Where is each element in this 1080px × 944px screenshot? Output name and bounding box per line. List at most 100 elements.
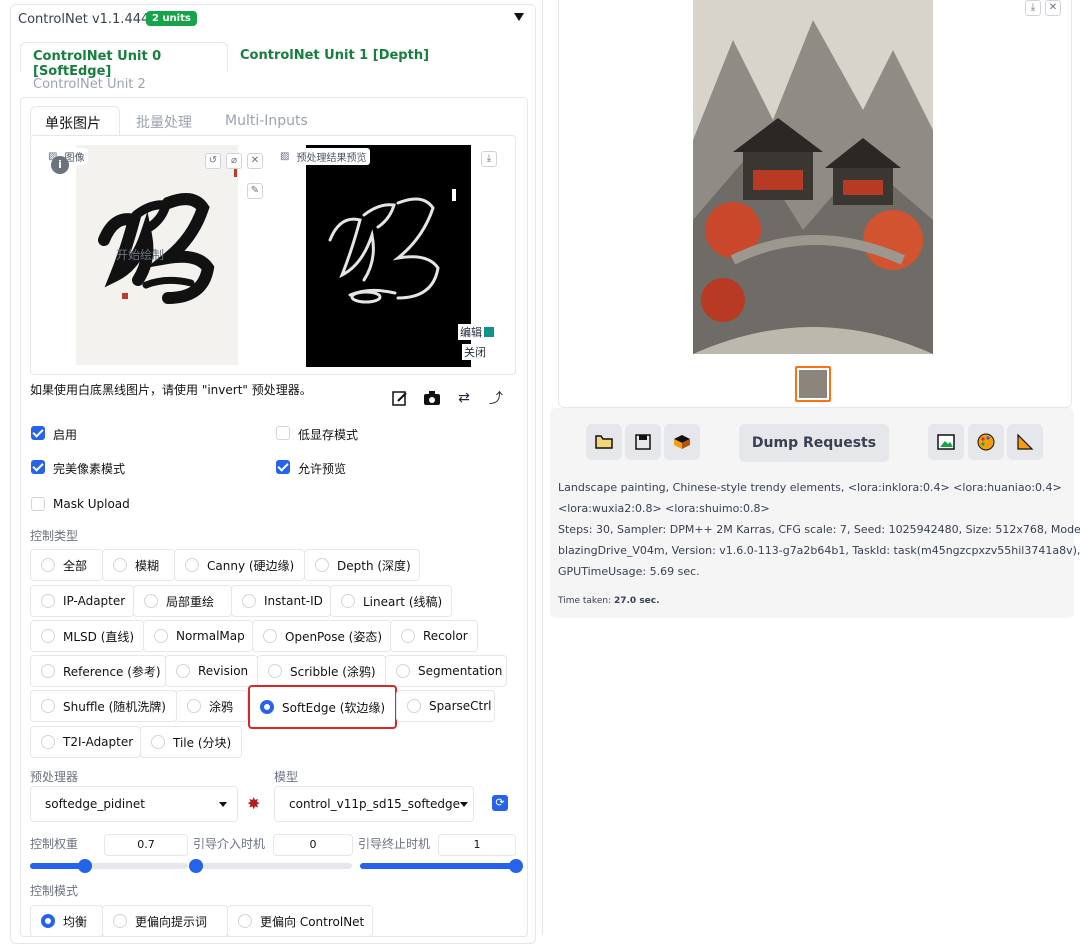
radio-t2i-adapter[interactable]: T2I-Adapter — [30, 726, 141, 758]
slider-knob[interactable] — [509, 859, 523, 873]
radio-depth[interactable]: Depth (深度) — [304, 549, 420, 581]
slider-track — [30, 859, 188, 873]
zip-button[interactable] — [664, 424, 700, 460]
radio-revision[interactable]: Revision — [165, 655, 258, 687]
radio-reference[interactable]: Reference (参考) — [30, 655, 166, 687]
edit-chip[interactable]: 编辑 — [458, 324, 496, 340]
refresh-models-icon[interactable]: ⟳ — [492, 795, 508, 811]
undo-icon[interactable]: ↺ — [205, 153, 221, 169]
output-column: ⤓ ✕ Dump Requests Landscape painting, Ch… — [550, 0, 1080, 935]
start-slider[interactable] — [189, 859, 352, 873]
radio-softedge[interactable]: SoftEdge (软边缘) — [248, 685, 397, 729]
radio-tile[interactable]: Tile (分块) — [140, 726, 242, 758]
clear-image-icon[interactable]: ✕ — [247, 153, 263, 169]
radio-dot — [263, 629, 277, 643]
weight-input[interactable]: 0.7 — [104, 834, 188, 856]
slider-fill — [360, 863, 516, 869]
mode-controlnet[interactable]: 更偏向 ControlNet — [227, 905, 373, 937]
controlnet-title[interactable]: ControlNet v1.1.444 — [18, 12, 149, 27]
radio-recolor[interactable]: Recolor — [390, 620, 478, 652]
radio-label: Canny (硬边缘) — [207, 558, 295, 573]
radio-dot — [41, 664, 55, 678]
swap-icon[interactable]: ⇄ — [451, 385, 477, 411]
tab-unit-2[interactable]: ControlNet Unit 2 — [33, 77, 146, 92]
radio-scribble-cn[interactable]: 涂鸦 — [176, 690, 248, 722]
radio-instant-id[interactable]: Instant-ID — [231, 585, 331, 617]
radio-scribble[interactable]: Scribble (涂鸦) — [257, 655, 386, 687]
enable-checkbox[interactable] — [31, 426, 45, 440]
radio-segmentation[interactable]: Segmentation — [385, 655, 507, 687]
send-to-extras-button[interactable] — [1007, 424, 1043, 460]
radio-label: Lineart (线稿) — [363, 594, 443, 609]
pixel-perfect-checkbox[interactable] — [31, 460, 45, 474]
radio-inpaint[interactable]: 局部重绘 — [133, 585, 232, 617]
preprocessor-label: 预处理器 — [30, 770, 79, 784]
start-drawing-label[interactable]: 开始绘制 — [116, 246, 164, 263]
mode-balanced[interactable]: 均衡 — [30, 905, 103, 937]
preview-label: 预处理结果预览 — [292, 148, 371, 165]
close-preview-button[interactable]: 关闭 — [462, 344, 488, 360]
low-vram-checkbox[interactable] — [276, 426, 290, 440]
radio-ip-adapter[interactable]: IP-Adapter — [30, 585, 134, 617]
start-input[interactable]: 0 — [273, 834, 353, 856]
slider-knob[interactable] — [189, 859, 203, 873]
weight-slider[interactable] — [30, 859, 188, 873]
save-button[interactable] — [625, 424, 661, 460]
dump-requests-button[interactable]: Dump Requests — [739, 424, 889, 462]
radio-mlsd[interactable]: MLSD (直线) — [30, 620, 144, 652]
radio-label: T2I-Adapter — [63, 735, 134, 749]
model-select[interactable]: control_v11p_sd15_softedge — [274, 786, 474, 822]
softedge-preview-render — [328, 189, 456, 304]
tab-unit-1[interactable]: ControlNet Unit 1 [Depth] — [240, 48, 429, 63]
radio-label: 更偏向提示词 — [135, 914, 208, 929]
radio-normalmap[interactable]: NormalMap — [143, 620, 253, 652]
slider-track — [360, 859, 523, 873]
edit-note-icon[interactable] — [387, 385, 413, 411]
send-to-img2img-button[interactable] — [928, 424, 964, 460]
collapse-triangle-icon[interactable] — [514, 13, 524, 21]
radio-canny[interactable]: Canny (硬边缘) — [174, 549, 305, 581]
camera-icon — [424, 391, 440, 405]
tab-multi-inputs[interactable]: Multi-Inputs — [225, 113, 308, 129]
close-icon[interactable]: ✕ — [1045, 0, 1061, 16]
radio-blur[interactable]: 模糊 — [102, 549, 175, 581]
radio-openpose[interactable]: OpenPose (姿态) — [252, 620, 391, 652]
run-preprocessor-explosion-icon[interactable]: ✸ — [247, 794, 260, 813]
download-preview-icon[interactable]: ⤓ — [481, 151, 497, 167]
start-label: 引导介入时机 — [193, 837, 266, 851]
brush-icon[interactable]: ✎ — [247, 183, 263, 199]
send-to-inpaint-button[interactable] — [968, 424, 1004, 460]
radio-sparsectrl[interactable]: SparseCtrl — [396, 690, 495, 722]
open-folder-button[interactable] — [586, 424, 622, 460]
camera-button[interactable] — [419, 385, 445, 411]
eraser-icon[interactable]: ⌀ — [226, 153, 242, 169]
end-input[interactable]: 1 — [438, 834, 516, 856]
download-icon[interactable]: ⤓ — [1025, 0, 1041, 16]
radio-lineart[interactable]: Lineart (线稿) — [330, 585, 452, 617]
mode-prompt[interactable]: 更偏向提示词 — [102, 905, 228, 937]
tab-batch[interactable]: 批量处理 — [136, 112, 192, 132]
info-line-1: Landscape painting, Chinese-style trendy… — [558, 481, 1062, 494]
gallery-thumbnail[interactable] — [795, 366, 831, 402]
preprocessor-select[interactable]: softedge_pidinet — [30, 786, 238, 822]
radio-label: SparseCtrl — [429, 699, 492, 713]
note-pencil-icon — [392, 391, 407, 406]
info-icon[interactable]: i — [51, 156, 69, 174]
chevron-down-icon — [460, 801, 469, 807]
radio-all[interactable]: 全部 — [30, 549, 103, 581]
thumbnail-image — [799, 370, 827, 398]
tab-unit-0[interactable]: ControlNet Unit 0 [SoftEdge] — [20, 42, 228, 79]
radio-shuffle[interactable]: Shuffle (随机洗牌) — [30, 690, 177, 722]
radio-label: Reference (参考) — [63, 664, 161, 679]
send-dimensions-icon[interactable]: ⤴ — [483, 385, 509, 411]
radio-label: OpenPose (姿态) — [285, 629, 383, 644]
end-slider[interactable] — [360, 859, 523, 873]
control-type-label: 控制类型 — [30, 529, 79, 543]
radio-label: IP-Adapter — [63, 594, 126, 608]
mask-upload-checkbox[interactable] — [31, 497, 45, 511]
generated-image[interactable] — [693, 0, 933, 354]
tab-single-image[interactable]: 单张图片 — [30, 106, 120, 136]
allow-preview-checkbox[interactable] — [276, 460, 290, 474]
radio-dot — [185, 558, 199, 572]
radio-dot — [144, 594, 158, 608]
